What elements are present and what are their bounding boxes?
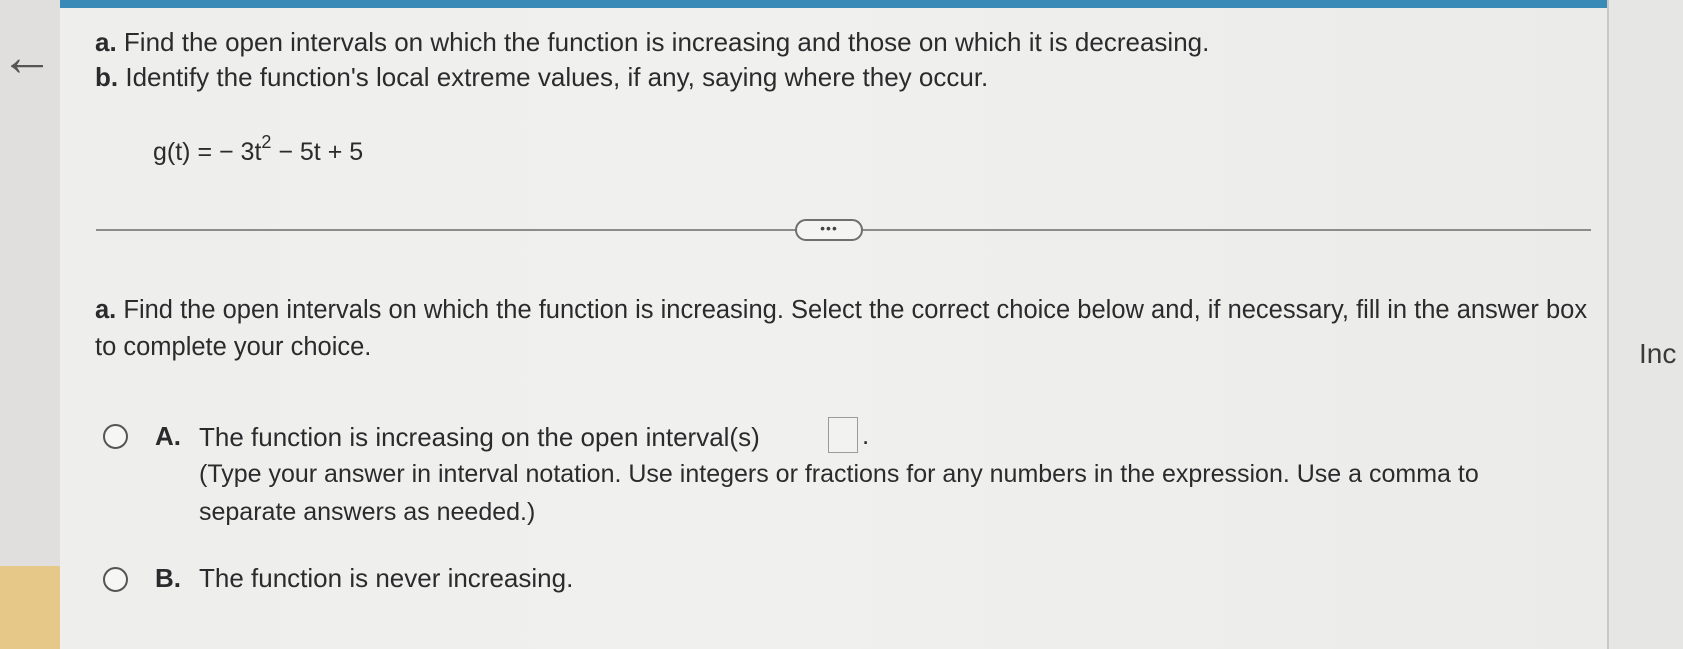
side-panel-label: Inc (1639, 338, 1677, 369)
question-prompt: a. Find the open intervals on which the … (95, 292, 1595, 366)
question-letter: a. (95, 296, 117, 324)
side-panel: Inc (1607, 0, 1683, 649)
choice-b-text: The function is never increasing. (199, 563, 574, 593)
choice-a-period: . (862, 420, 870, 450)
equation-rhs: − 5t + 5 (271, 138, 364, 166)
instruction-part-a-letter: a. (95, 27, 117, 57)
instruction-part-a: a. Find the open intervals on which the … (95, 27, 1209, 58)
back-arrow-icon[interactable]: ← (0, 30, 54, 84)
choice-a-radio[interactable] (103, 424, 128, 449)
function-equation: g(t) = − 3t2 − 5t + 5 (153, 132, 364, 167)
choice-a-text: The function is increasing on the open i… (199, 422, 760, 452)
question-text: Find the open intervals on which the fun… (95, 296, 1588, 361)
instruction-part-a-text: Find the open intervals on which the fun… (123, 27, 1210, 57)
interval-answer-input[interactable] (828, 417, 858, 453)
instruction-part-b: b. Identify the function's local extreme… (95, 62, 988, 93)
choice-a-letter: A. (155, 421, 181, 451)
instruction-part-b-text: Identify the function's local extreme va… (125, 62, 989, 92)
show-more-button[interactable]: ••• (795, 219, 863, 241)
top-accent-bar (60, 0, 1610, 8)
equation-lhs: g(t) = − 3t (153, 138, 262, 166)
instruction-part-b-letter: b. (95, 62, 119, 92)
choice-b-letter: B. (155, 563, 181, 593)
equation-exponent: 2 (261, 132, 272, 152)
choice-b-radio[interactable] (103, 567, 128, 592)
left-margin (0, 0, 60, 649)
left-highlight-strip (0, 566, 60, 649)
choice-a-hint: (Type your answer in interval notation. … (199, 460, 1479, 526)
